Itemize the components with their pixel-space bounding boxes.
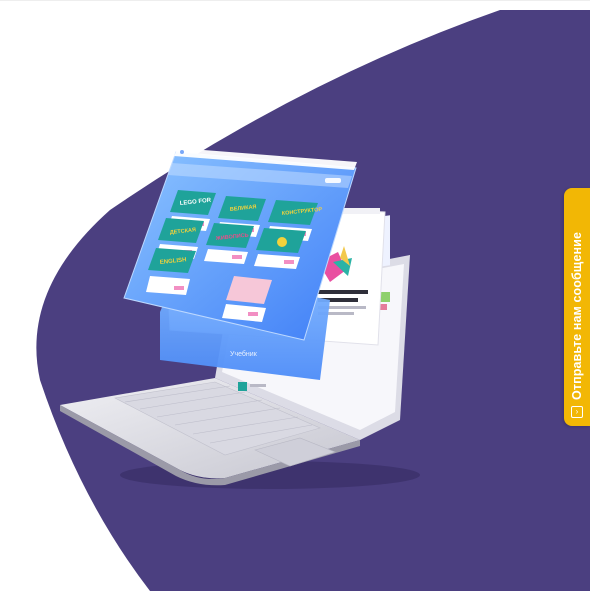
floating-screen-caption: Учебник [230, 350, 258, 358]
message-icon[interactable]: › [571, 406, 583, 418]
chat-widget-label[interactable]: Отправьте нам сообщение [570, 232, 584, 400]
chat-widget-tab[interactable]: Отправьте нам сообщение › [564, 188, 590, 426]
hero-illustration: Учебник LEGO FOR ВЕЛИКАЯ КОНСТРУКТОР ДЕТ… [36, 10, 590, 591]
